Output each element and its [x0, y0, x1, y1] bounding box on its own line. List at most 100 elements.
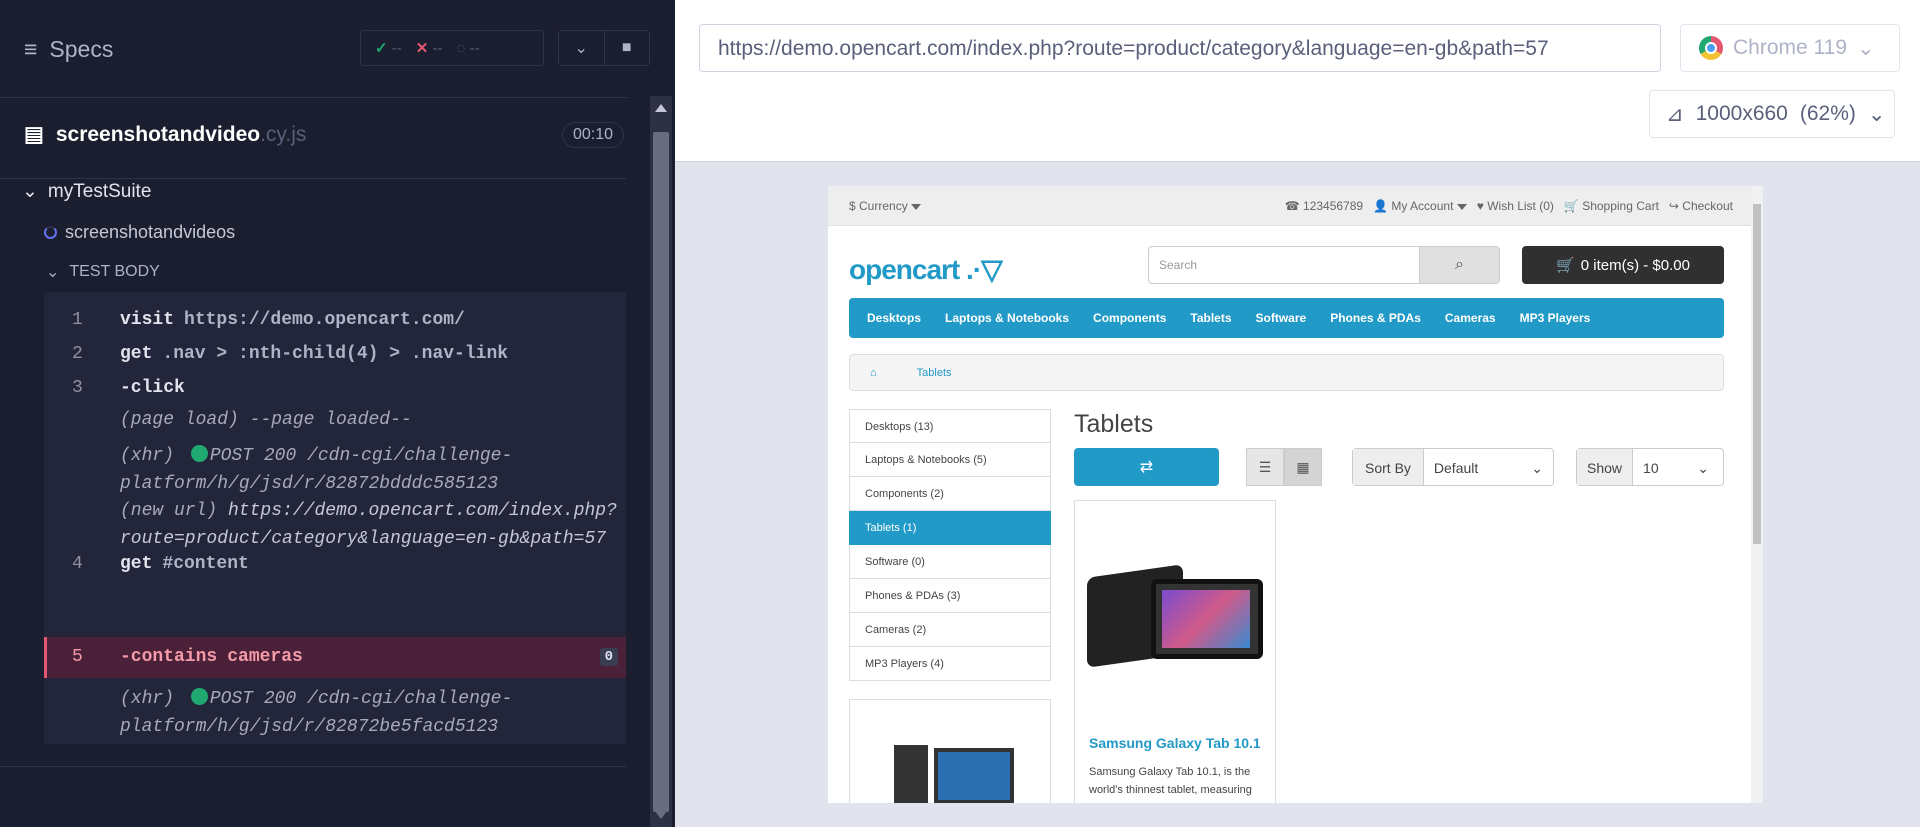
desktop-tower-image — [894, 745, 928, 803]
url-bar[interactable]: https://demo.opencart.com/index.php?rout… — [699, 24, 1661, 72]
breadcrumb-tablets[interactable]: Tablets — [917, 367, 952, 379]
search-input[interactable]: Search — [1149, 247, 1419, 283]
chevron-down-icon: ⌄ — [1531, 460, 1543, 476]
page-title: Tablets — [1074, 410, 1154, 438]
grid-view-button[interactable]: ▦ — [1284, 448, 1322, 486]
category-item[interactable]: MP3 Players (4) — [849, 647, 1051, 681]
menu-item-mp3[interactable]: MP3 Players — [1520, 311, 1591, 325]
chevron-down-icon: ⌄ — [1867, 102, 1886, 126]
search-button[interactable]: ⌕ — [1419, 247, 1499, 283]
category-item[interactable]: Software (0) — [849, 545, 1051, 579]
event-new-url[interactable]: (new url) https://demo.opencart.com/inde… — [120, 497, 620, 553]
oc-top-bar: $ Currency ☎ 123456789 👤 My Account ♥ Wi… — [828, 186, 1763, 226]
compare-button[interactable]: ⇄ — [1074, 448, 1219, 486]
stats-panel: ✓ -- ✕ -- ◌ -- — [360, 30, 544, 66]
test-body-toggle[interactable]: ⌄ TEST BODY — [46, 262, 160, 282]
checkout-link[interactable]: ↪ Checkout — [1669, 199, 1733, 213]
chevron-down-icon: ⌄ — [22, 181, 38, 202]
home-icon[interactable]: ⌂ — [870, 367, 877, 379]
scroll-up-icon[interactable] — [655, 104, 667, 112]
category-item[interactable]: Cameras (2) — [849, 613, 1051, 647]
chrome-icon — [1699, 36, 1723, 60]
top-links: ☎ 123456789 👤 My Account ♥ Wish List (0)… — [1285, 199, 1733, 213]
menu-item-laptops[interactable]: Laptops & Notebooks — [945, 311, 1069, 325]
event-xhr[interactable]: (xhr) POST 200 /cdn-cgi/challenge-platfo… — [120, 685, 620, 741]
event-page-load[interactable]: (page load) --page loaded-- — [120, 406, 620, 434]
command-row-failed[interactable]: 5 -contains cameras 0 — [44, 637, 626, 678]
reporter-header: ≡ Specs ✓ -- ✕ -- ◌ -- ⌄ ■ — [0, 0, 650, 98]
monitor-image — [934, 748, 1014, 803]
category-item[interactable]: Laptops & Notebooks (5) — [849, 443, 1051, 477]
x-icon: ✕ — [415, 40, 429, 57]
reporter-scrollbar[interactable] — [650, 96, 672, 827]
product-title-link[interactable]: Samsung Galaxy Tab 10.1 — [1089, 735, 1261, 751]
spec-file-name: screenshotandvideo — [55, 122, 261, 146]
compare-icon: ⇄ — [1139, 459, 1154, 476]
opencart-logo[interactable]: opencart .·▽ — [849, 246, 1003, 288]
spec-file-header: ▤ screenshotandvideo.cy.js — [24, 122, 306, 147]
test-title[interactable]: screenshotandvideos — [44, 222, 235, 243]
menu-item-desktops[interactable]: Desktops — [867, 311, 921, 325]
category-item[interactable]: Desktops (13) — [849, 409, 1051, 443]
currency-dropdown[interactable]: $ Currency — [849, 199, 922, 213]
aut-scrollbar[interactable] — [1751, 186, 1763, 803]
chevron-down-icon: ⌄ — [1697, 460, 1709, 476]
phone-link[interactable]: ☎ 123456789 — [1285, 199, 1363, 213]
command-log: 1 visit https://demo.opencart.com/ 2 get.… — [44, 292, 626, 744]
category-item-active[interactable]: Tablets (1) — [849, 511, 1051, 545]
document-icon: ▤ — [24, 123, 44, 146]
pending-stat: ◌ -- — [456, 39, 480, 57]
chevron-down-icon: ⌄ — [1857, 36, 1875, 60]
search-box: Search ⌕ — [1148, 246, 1500, 284]
passed-stat: ✓ -- — [375, 40, 402, 57]
menu-item-components[interactable]: Components — [1093, 311, 1166, 325]
menu-item-software[interactable]: Software — [1256, 311, 1307, 325]
menu-item-tablets[interactable]: Tablets — [1190, 311, 1231, 325]
browser-toolbar: https://demo.opencart.com/index.php?rout… — [675, 0, 1920, 162]
caret-down-icon — [911, 203, 922, 210]
app-under-test: $ Currency ☎ 123456789 👤 My Account ♥ Wi… — [828, 186, 1763, 803]
grid-icon: ▦ — [1296, 458, 1310, 475]
sort-select[interactable]: Sort By Default ⌄ — [1352, 448, 1554, 486]
category-item[interactable]: Components (2) — [849, 477, 1051, 511]
list-view-button[interactable]: ☰ — [1246, 448, 1284, 486]
search-icon: ⌕ — [1455, 256, 1464, 273]
scroll-down-icon[interactable] — [655, 811, 667, 819]
failed-stat: ✕ -- — [415, 40, 443, 57]
element-count-badge: 0 — [599, 648, 618, 666]
main-menu: Desktops Laptops & Notebooks Components … — [849, 298, 1724, 338]
viewport-info[interactable]: ⊿ 1000x660 (62%) ⌄ — [1649, 90, 1895, 138]
scroll-thumb[interactable] — [1753, 204, 1761, 544]
browser-selector[interactable]: Chrome 119 ⌄ — [1680, 24, 1900, 72]
account-link[interactable]: 👤 My Account — [1373, 199, 1467, 213]
cart-button[interactable]: 🛒 0 item(s) - $0.00 — [1522, 246, 1724, 284]
specs-list-icon: ≡ — [24, 36, 38, 62]
list-icon: ☰ — [1258, 458, 1272, 475]
breadcrumb: ⌂ Tablets — [849, 354, 1724, 391]
product-card: Samsung Galaxy Tab 10.1 Samsung Galaxy T… — [1074, 500, 1276, 803]
menu-item-cameras[interactable]: Cameras — [1445, 311, 1496, 325]
collapse-button[interactable]: ⌄ — [559, 31, 605, 65]
scroll-thumb[interactable] — [653, 132, 669, 812]
specs-toggle[interactable]: ≡ Specs — [24, 36, 113, 63]
product-image[interactable] — [1087, 559, 1263, 669]
menu-item-phones[interactable]: Phones & PDAs — [1330, 311, 1421, 325]
wishlist-link[interactable]: ♥ Wish List (0) — [1477, 199, 1554, 213]
aut-panel: https://demo.opencart.com/index.php?rout… — [675, 0, 1920, 827]
caret-down-icon — [1456, 203, 1467, 210]
status-dot-icon — [190, 445, 208, 462]
limit-select[interactable]: Show 10 ⌄ — [1576, 448, 1724, 486]
stop-button[interactable]: ■ — [605, 31, 650, 65]
cart-logo-icon: .·▽ — [959, 254, 1003, 285]
run-controls: ⌄ ■ — [558, 30, 650, 66]
chevron-down-icon: ⌄ — [574, 40, 588, 57]
event-xhr[interactable]: (xhr) POST 200 /cdn-cgi/challenge-platfo… — [120, 442, 620, 498]
suite-title[interactable]: ⌄ myTestSuite — [22, 180, 151, 203]
run-timer: 00:10 — [562, 122, 625, 148]
ruler-icon: ⊿ — [1666, 102, 1684, 126]
shopping-cart-link[interactable]: 🛒 Shopping Cart — [1564, 199, 1659, 213]
banner-image[interactable] — [849, 699, 1051, 803]
chevron-down-icon: ⌄ — [46, 264, 60, 281]
divider — [0, 178, 626, 179]
category-item[interactable]: Phones & PDAs (3) — [849, 579, 1051, 613]
